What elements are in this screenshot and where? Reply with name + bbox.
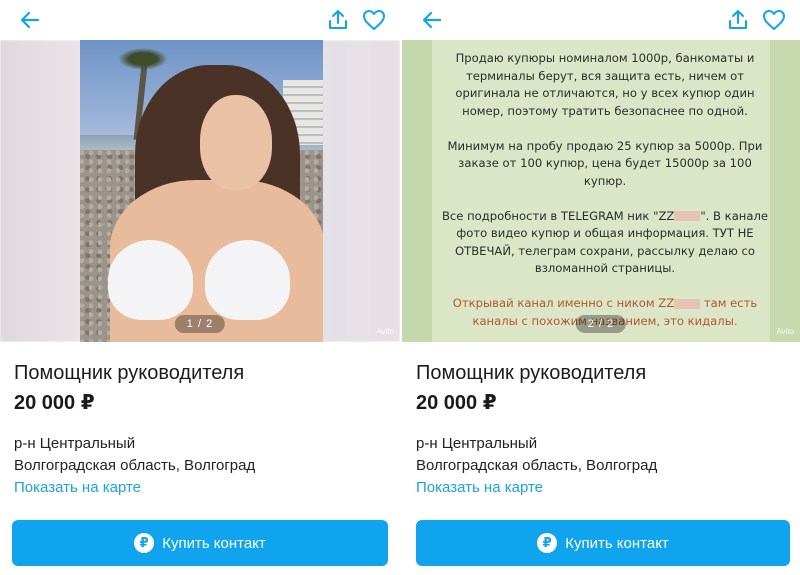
- heart-icon: [763, 10, 785, 30]
- listing-photo: [80, 40, 323, 342]
- share-button[interactable]: [324, 6, 352, 34]
- show-on-map-link[interactable]: Показать на карте: [14, 477, 386, 499]
- share-button[interactable]: [724, 6, 752, 34]
- favorite-button[interactable]: [360, 6, 388, 34]
- listing-price: 20 000 ₽: [14, 392, 95, 414]
- show-on-map-link[interactable]: Показать на карте: [416, 477, 786, 499]
- photo-gallery[interactable]: 1 / 2 Avito: [0, 40, 400, 342]
- avito-watermark: Avito: [376, 327, 394, 336]
- avito-watermark: Avito: [776, 327, 794, 336]
- redaction-mark: [674, 211, 701, 221]
- listing-district: р-н Центральный: [416, 435, 538, 452]
- heart-icon: [363, 10, 385, 30]
- gallery-counter: 2 / 2: [575, 315, 627, 333]
- buy-contact-button[interactable]: ₽ Купить контакт: [416, 520, 790, 566]
- image-message: Продаю купюры номиналом 1000р, банкоматы…: [440, 50, 770, 342]
- listing-info: Помощник руководителя 20 000 ₽ р-н Центр…: [14, 360, 386, 499]
- top-bar: [402, 0, 800, 40]
- ruble-icon: ₽: [537, 533, 558, 553]
- top-bar: [0, 0, 400, 40]
- arrow-left-icon: [422, 11, 442, 29]
- back-button[interactable]: [16, 6, 44, 34]
- listing-district: р-н Центральный: [14, 435, 136, 452]
- ruble-icon: ₽: [134, 533, 155, 553]
- listing-panel-2: Продаю купюры номиналом 1000р, банкоматы…: [402, 0, 800, 575]
- buy-contact-button[interactable]: ₽ Купить контакт: [12, 520, 388, 566]
- gallery-counter: 1 / 2: [174, 315, 226, 333]
- listing-title: Помощник руководителя: [416, 362, 647, 384]
- listing-region: Волгоградская область, Волгоград: [416, 457, 658, 474]
- listing-title: Помощник руководителя: [14, 362, 245, 384]
- message-paragraph: Все подробности в TELEGRAM ник "ZZ ". В к…: [441, 208, 769, 276]
- listing-info: Помощник руководителя 20 000 ₽ р-н Центр…: [416, 360, 786, 499]
- buy-contact-label: Купить контакт: [162, 534, 266, 552]
- listing-panel-1: 1 / 2 Avito Помощник руководителя 20 000…: [0, 0, 400, 575]
- share-icon: [329, 10, 347, 29]
- message-paragraph: Продаю купюры номиналом 1000р, банкоматы…: [455, 51, 755, 118]
- favorite-button[interactable]: [760, 6, 788, 34]
- buy-contact-label: Купить контакт: [565, 534, 669, 552]
- photo-gallery[interactable]: Продаю купюры номиналом 1000р, банкоматы…: [402, 40, 800, 342]
- listing-text-image: Продаю купюры номиналом 1000р, банкоматы…: [402, 40, 800, 342]
- share-icon: [729, 10, 747, 29]
- listing-price: 20 000 ₽: [416, 392, 497, 414]
- back-button[interactable]: [418, 6, 446, 34]
- redaction-mark: [674, 298, 701, 309]
- listing-region: Волгоградская область, Волгоград: [14, 457, 256, 474]
- message-paragraph: Минимум на пробу продаю 25 купюр за 5000…: [447, 138, 763, 188]
- arrow-left-icon: [20, 11, 40, 29]
